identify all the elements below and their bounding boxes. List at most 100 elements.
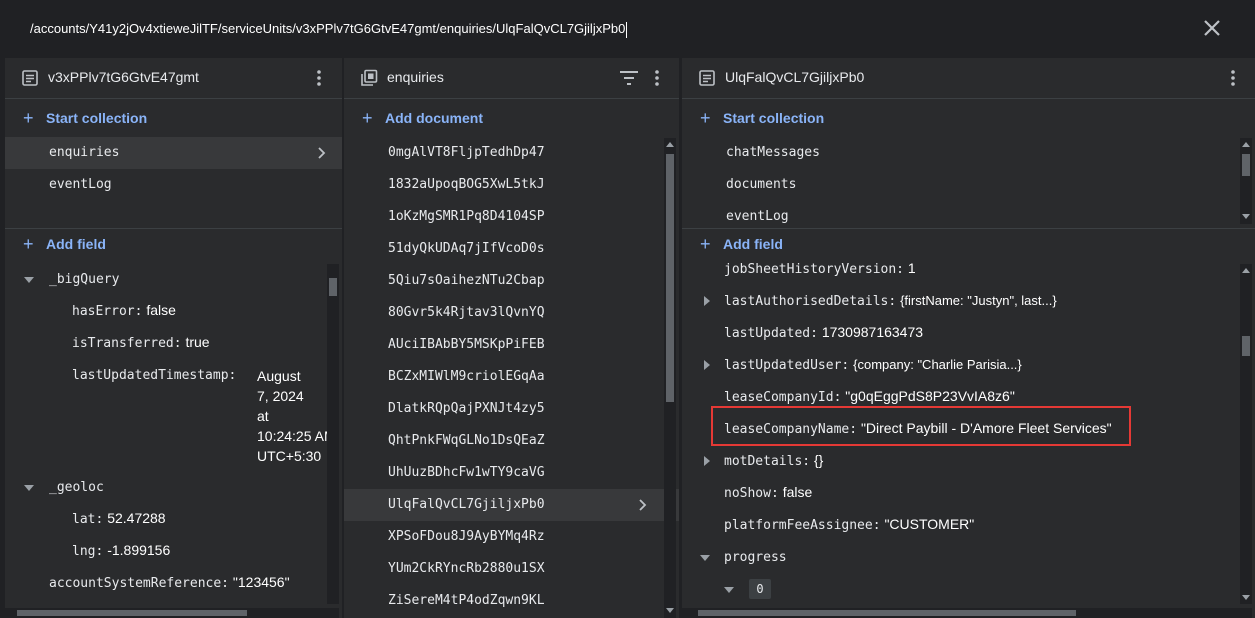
chevron-right-icon bbox=[639, 499, 647, 511]
document-item[interactable]: UhUuzBDhcFw1wTY9caVG bbox=[344, 457, 679, 489]
vertical-scrollbar[interactable] bbox=[1240, 264, 1252, 604]
document-item-selected[interactable]: UlqFalQvCL7GjiljxPb0 bbox=[344, 489, 679, 521]
path-text: /accounts/Y41y2jOv4xtieweJilTF/serviceUn… bbox=[30, 21, 626, 36]
expand-toggle[interactable] bbox=[704, 456, 710, 466]
document-item[interactable]: 0mgAlVT8FljpTedhDp47 bbox=[344, 137, 679, 169]
field-value: "g0qEggPdS8P23VvIA8z6" bbox=[845, 388, 1015, 404]
document-item[interactable]: XPSoFDou8J9AyBYMq4Rz bbox=[344, 521, 679, 553]
field-key: lastAuthorisedDetails: bbox=[724, 294, 897, 309]
document-item[interactable]: 80Gvr5k4Rjtav3lQvnYQ bbox=[344, 297, 679, 329]
document-item[interactable]: 51dyQkUDAq7jIfVcoD0s bbox=[344, 233, 679, 265]
collection-item-documents[interactable]: documents bbox=[682, 169, 1255, 201]
field-key: hasError: bbox=[72, 304, 143, 319]
start-collection-label: Start collection bbox=[723, 110, 825, 126]
path-bar: /accounts/Y41y2jOv4xtieweJilTF/serviceUn… bbox=[0, 0, 1255, 58]
collection-label: enquiries bbox=[49, 145, 120, 160]
add-icon: + bbox=[362, 108, 373, 128]
document-id: 5Qiu7sOaihezNTu2Cbap bbox=[388, 273, 545, 288]
more-vert-icon[interactable] bbox=[309, 68, 329, 88]
scroll-thumb[interactable] bbox=[329, 278, 337, 296]
field-value: 10:24:25 AM bbox=[257, 428, 336, 444]
collection-item-chatmessages[interactable]: chatMessages bbox=[682, 137, 1255, 169]
filter-icon[interactable] bbox=[619, 70, 639, 86]
field-value: 7, 2024 bbox=[257, 388, 304, 404]
scroll-thumb[interactable] bbox=[1242, 336, 1250, 356]
document-id: 1832aUpoqBOG5XwL5tkJ bbox=[388, 177, 545, 192]
collapse-toggle[interactable] bbox=[24, 485, 34, 491]
field-key: noShow: bbox=[724, 486, 779, 501]
document-item[interactable]: 5Qiu7sOaihezNTu2Cbap bbox=[344, 265, 679, 297]
scroll-thumb[interactable] bbox=[17, 610, 247, 616]
document-id: DlatkRQpQajPXNJt4zy5 bbox=[388, 401, 545, 416]
document-item[interactable]: DlatkRQpQajPXNJt4zy5 bbox=[344, 393, 679, 425]
horizontal-scrollbar[interactable] bbox=[682, 608, 1252, 618]
add-icon: + bbox=[23, 108, 34, 128]
field-lastauthoriseddetails: lastAuthorisedDetails: {firstName: "Just… bbox=[724, 292, 1057, 309]
add-field-label: Add field bbox=[46, 236, 106, 252]
add-icon: + bbox=[23, 234, 34, 254]
add-field-button[interactable]: + Add field bbox=[682, 228, 1255, 260]
expand-toggle[interactable] bbox=[704, 360, 710, 370]
scroll-thumb[interactable] bbox=[698, 610, 1076, 616]
document-id: 51dyQkUDAq7jIfVcoD0s bbox=[388, 241, 545, 256]
start-collection-button[interactable]: + Start collection bbox=[5, 102, 342, 134]
document-id: QhtPnkFWqGLNo1DsQEaZ bbox=[388, 433, 545, 448]
panel-title: UlqFalQvCL7GjiljxPb0 bbox=[725, 69, 865, 85]
document-item[interactable]: AUciIBAbBY5MSKpPiFEB bbox=[344, 329, 679, 361]
more-vert-icon[interactable] bbox=[647, 68, 667, 88]
scroll-thumb[interactable] bbox=[1242, 154, 1250, 176]
document-item[interactable]: ZiSereM4tP4odZqwn9KL bbox=[344, 585, 679, 617]
field-lastupdatedtimestamp: lastUpdatedTimestamp: bbox=[72, 366, 236, 383]
document-id: BCZxMIWlM9criolEGqAa bbox=[388, 369, 545, 384]
add-field-button[interactable]: + Add field bbox=[5, 228, 342, 260]
collection-item-eventlog[interactable]: eventLog bbox=[5, 169, 342, 201]
document-item[interactable]: BCZxMIWlM9criolEGqAa bbox=[344, 361, 679, 393]
document-id: UlqFalQvCL7GjiljxPb0 bbox=[388, 497, 545, 512]
vertical-scrollbar[interactable] bbox=[664, 138, 676, 618]
field-key: isTransferred: bbox=[72, 336, 182, 351]
document-item[interactable]: 1832aUpoqBOG5XwL5tkJ bbox=[344, 169, 679, 201]
document-item[interactable]: QhtPnkFWqGLNo1DsQEaZ bbox=[344, 425, 679, 457]
collection-label: chatMessages bbox=[726, 145, 820, 160]
collapse-toggle[interactable] bbox=[724, 587, 734, 593]
scroll-up-arrow[interactable] bbox=[666, 142, 674, 147]
field-progress: progress bbox=[724, 548, 787, 565]
scroll-down-arrow[interactable] bbox=[666, 608, 674, 613]
field-lat: lat: 52.47288 bbox=[72, 510, 166, 527]
scroll-down-arrow[interactable] bbox=[1242, 214, 1250, 219]
panel-title: v3xPPlv7tG6GtvE47gmt bbox=[48, 69, 199, 85]
vertical-scrollbar[interactable] bbox=[1240, 138, 1252, 224]
path-input[interactable]: /accounts/Y41y2jOv4xtieweJilTF/serviceUn… bbox=[14, 12, 1174, 46]
document-id: UhUuzBDhcFw1wTY9caVG bbox=[388, 465, 545, 480]
field-noshow: noShow: false bbox=[724, 484, 812, 501]
scroll-thumb[interactable] bbox=[666, 154, 674, 402]
collection-item-enquiries[interactable]: enquiries bbox=[5, 137, 342, 169]
document-item[interactable]: YUm2CkRYncRb2880u1SX bbox=[344, 553, 679, 585]
more-vert-icon[interactable] bbox=[1223, 68, 1243, 88]
scroll-down-arrow[interactable] bbox=[1242, 595, 1250, 600]
field-value: 1 bbox=[907, 260, 916, 276]
field-key: lat: bbox=[72, 512, 104, 527]
add-icon: + bbox=[700, 108, 711, 128]
document-icon bbox=[22, 70, 38, 86]
field-value: {firstName: "Justyn", last...} bbox=[900, 293, 1057, 308]
collection-icon bbox=[361, 69, 378, 86]
collapse-toggle[interactable] bbox=[24, 277, 34, 283]
document-id: ZiSereM4tP4odZqwn9KL bbox=[388, 593, 545, 608]
scroll-up-arrow[interactable] bbox=[1242, 142, 1250, 147]
horizontal-scrollbar[interactable] bbox=[5, 608, 339, 618]
document-id: XPSoFDou8J9AyBYMq4Rz bbox=[388, 529, 545, 544]
field-key: lastUpdatedUser: bbox=[724, 358, 850, 373]
document-panel: UlqFalQvCL7GjiljxPb0 + Start collection … bbox=[682, 58, 1255, 618]
vertical-scrollbar[interactable] bbox=[327, 264, 339, 604]
add-document-button[interactable]: + Add document bbox=[344, 102, 679, 134]
collapse-toggle[interactable] bbox=[700, 555, 710, 561]
document-item[interactable]: 1oKzMgSMR1Pq8D4104SP bbox=[344, 201, 679, 233]
scroll-up-arrow[interactable] bbox=[1242, 268, 1250, 273]
field-lastupdated: lastUpdated: 1730987163473 bbox=[724, 324, 923, 341]
panel-header: v3xPPlv7tG6GtvE47gmt bbox=[5, 58, 342, 99]
close-icon[interactable] bbox=[1198, 14, 1226, 42]
start-collection-button[interactable]: + Start collection bbox=[682, 102, 1255, 134]
expand-toggle[interactable] bbox=[704, 296, 710, 306]
field-platformfeeassignee: platformFeeAssignee: "CUSTOMER" bbox=[724, 516, 974, 533]
